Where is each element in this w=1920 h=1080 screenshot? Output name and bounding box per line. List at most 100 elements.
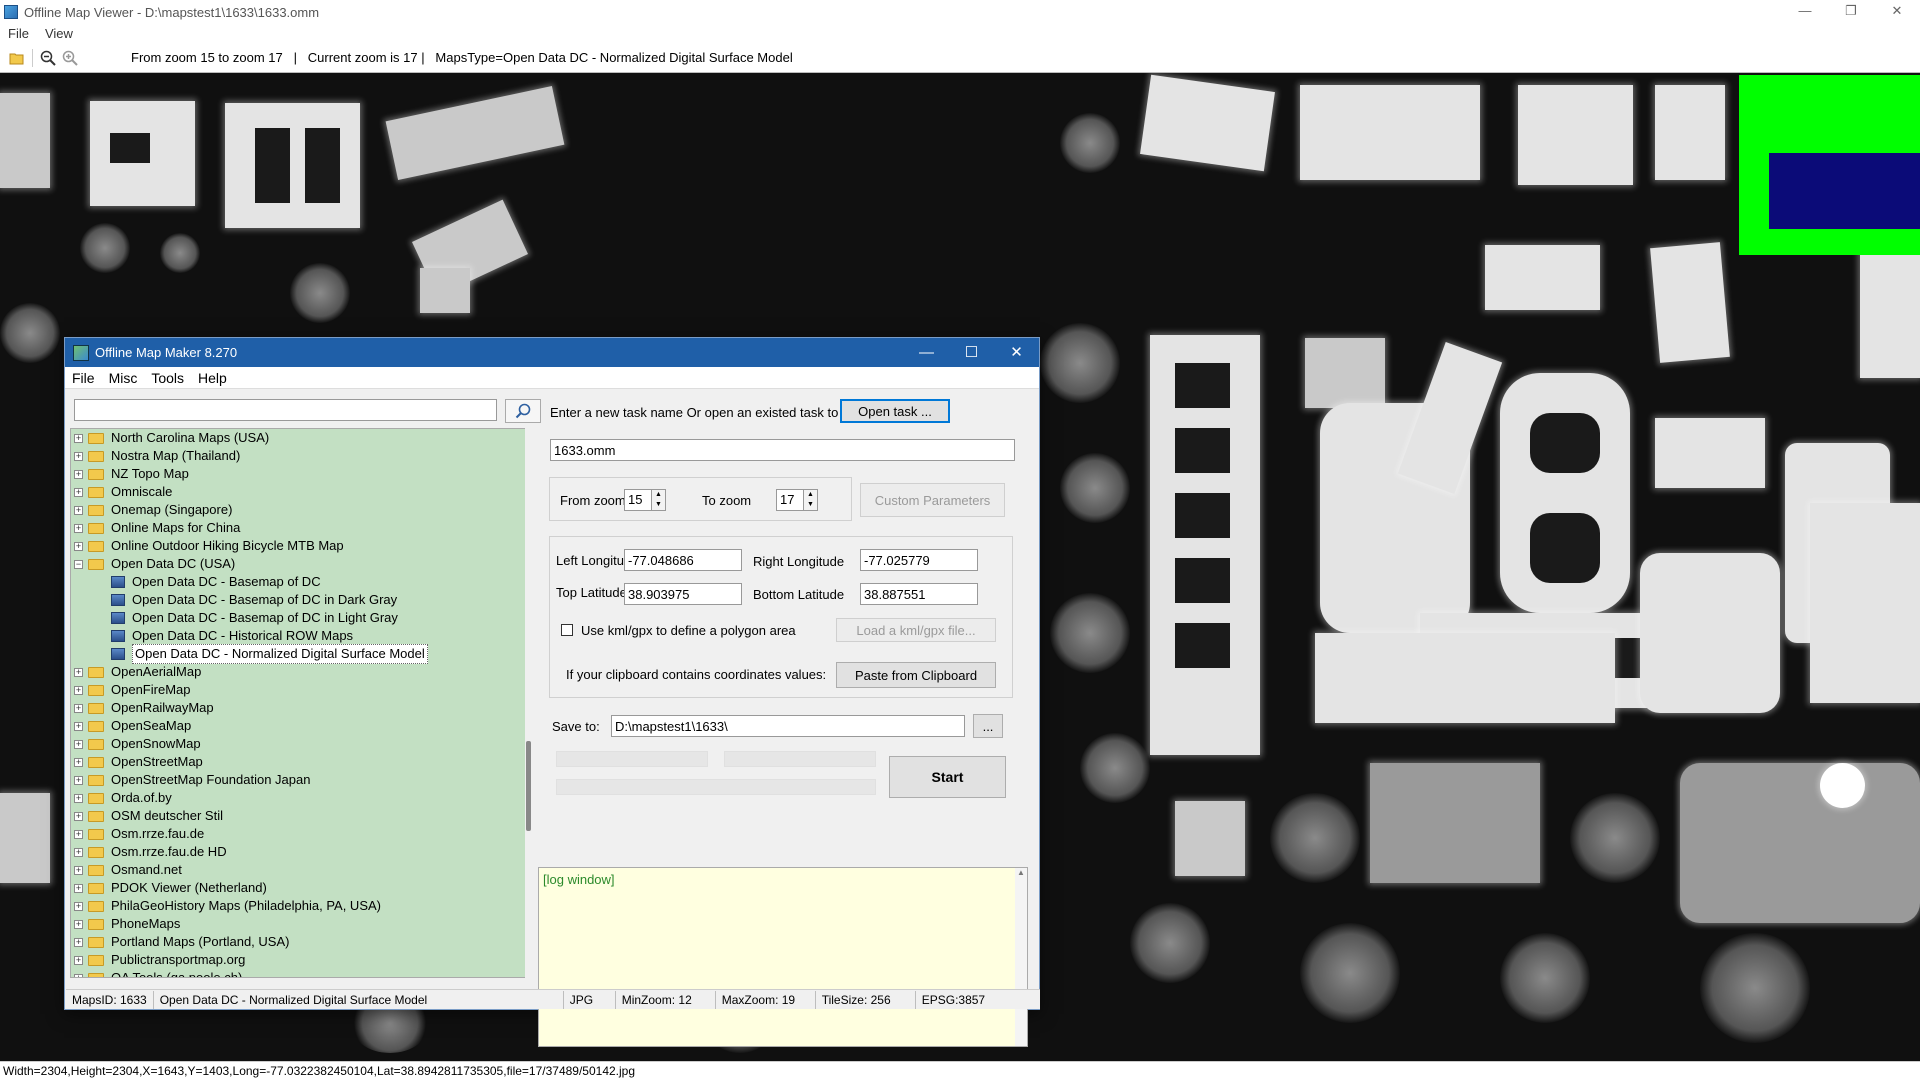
expand-icon[interactable]: + xyxy=(74,505,83,515)
browse-folder-button[interactable]: ... xyxy=(973,714,1003,738)
tree-map-item[interactable]: Open Data DC - Normalized Digital Surfac… xyxy=(71,644,532,664)
tree-folder-item[interactable]: + Omniscale xyxy=(71,483,532,501)
tree-scrollbar-thumb[interactable] xyxy=(526,741,531,831)
tree-folder-item[interactable]: + NZ Topo Map xyxy=(71,465,532,483)
zoom-in-icon[interactable] xyxy=(59,47,81,69)
expand-icon[interactable]: + xyxy=(74,919,83,929)
open-folder-icon[interactable] xyxy=(6,47,28,69)
search-button[interactable] xyxy=(505,399,541,423)
tree-folder-item[interactable]: + Osm.rrze.fau.de HD xyxy=(71,843,532,861)
expand-icon[interactable]: + xyxy=(74,937,83,947)
tree-map-item[interactable]: Open Data DC - Basemap of DC in Light Gr… xyxy=(71,609,532,627)
left-longitude-field[interactable]: -77.048686 xyxy=(624,549,742,571)
top-latitude-field[interactable]: 38.903975 xyxy=(624,583,742,605)
dialog-menu-file[interactable]: File xyxy=(65,370,102,386)
expand-icon[interactable]: + xyxy=(74,721,83,731)
tree-folder-item[interactable]: + PhilaGeoHistory Maps (Philadelphia, PA,… xyxy=(71,897,532,915)
from-zoom-stepper[interactable]: 15 ▲ ▼ xyxy=(624,489,666,511)
expand-icon[interactable]: + xyxy=(74,487,83,497)
minimize-button[interactable]: — xyxy=(1782,0,1828,24)
spin-up-icon[interactable]: ▲ xyxy=(804,490,817,500)
from-zoom-arrows[interactable]: ▲ ▼ xyxy=(652,489,666,511)
expand-icon[interactable]: + xyxy=(74,847,83,857)
map-search-input[interactable] xyxy=(74,399,497,421)
tree-folder-item[interactable]: + OpenStreetMap Foundation Japan xyxy=(71,771,532,789)
tree-folder-item[interactable]: + Portland Maps (Portland, USA) xyxy=(71,933,532,951)
tree-map-item[interactable]: Open Data DC - Basemap of DC in Dark Gra… xyxy=(71,591,532,609)
zoom-out-icon[interactable] xyxy=(37,47,59,69)
use-kml-checkbox[interactable] xyxy=(561,624,573,636)
tree-folder-item[interactable]: + OpenSeaMap xyxy=(71,717,532,735)
tree-folder-item[interactable]: + Onemap (Singapore) xyxy=(71,501,532,519)
tree-folder-item[interactable]: + OpenFireMap xyxy=(71,681,532,699)
collapse-icon[interactable]: − xyxy=(74,559,83,569)
expand-icon[interactable]: + xyxy=(74,793,83,803)
expand-icon[interactable]: + xyxy=(74,865,83,875)
open-task-button[interactable]: Open task ... xyxy=(840,399,950,423)
to-zoom-value[interactable]: 17 xyxy=(776,489,804,511)
expand-icon[interactable]: + xyxy=(74,541,83,551)
tree-map-item[interactable]: Open Data DC - Basemap of DC xyxy=(71,573,532,591)
dialog-maximize-button[interactable]: ☐ xyxy=(949,338,994,367)
expand-icon[interactable]: + xyxy=(74,901,83,911)
expand-icon[interactable]: + xyxy=(74,811,83,821)
paste-clipboard-button[interactable]: Paste from Clipboard xyxy=(836,662,996,688)
spin-down-icon[interactable]: ▼ xyxy=(652,500,665,510)
tree-folder-item[interactable]: + Osm.rrze.fau.de xyxy=(71,825,532,843)
custom-parameters-button[interactable]: Custom Parameters xyxy=(860,483,1005,517)
to-zoom-arrows[interactable]: ▲ ▼ xyxy=(804,489,818,511)
tree-folder-item[interactable]: + Publictransportmap.org xyxy=(71,951,532,969)
expand-icon[interactable]: + xyxy=(74,775,83,785)
maximize-button[interactable]: ❐ xyxy=(1828,0,1874,24)
expand-icon[interactable]: + xyxy=(74,685,83,695)
expand-icon[interactable]: + xyxy=(74,955,83,965)
dialog-menu-help[interactable]: Help xyxy=(191,370,234,386)
dialog-menu-tools[interactable]: Tools xyxy=(144,370,191,386)
expand-icon[interactable]: + xyxy=(74,433,83,443)
load-kml-button[interactable]: Load a kml/gpx file... xyxy=(836,618,996,642)
spin-up-icon[interactable]: ▲ xyxy=(652,490,665,500)
to-zoom-stepper[interactable]: 17 ▲ ▼ xyxy=(776,489,818,511)
tree-folder-item[interactable]: + PhoneMaps xyxy=(71,915,532,933)
log-scrollbar[interactable]: ▲ xyxy=(1015,868,1027,1046)
task-name-field[interactable]: 1633.omm xyxy=(550,439,1015,461)
tree-folder-item[interactable]: − Open Data DC (USA) xyxy=(71,555,532,573)
close-button[interactable]: ✕ xyxy=(1874,0,1920,24)
menu-view[interactable]: View xyxy=(37,26,81,41)
tree-folder-item[interactable]: + OpenSnowMap xyxy=(71,735,532,753)
expand-icon[interactable]: + xyxy=(74,451,83,461)
dialog-close-button[interactable]: ✕ xyxy=(994,338,1039,367)
tree-folder-item[interactable]: + OpenStreetMap xyxy=(71,753,532,771)
tree-scrollbar[interactable] xyxy=(525,428,533,978)
from-zoom-value[interactable]: 15 xyxy=(624,489,652,511)
tree-folder-item[interactable]: + OpenAerialMap xyxy=(71,663,532,681)
expand-icon[interactable]: + xyxy=(74,829,83,839)
tree-folder-item[interactable]: + Nostra Map (Thailand) xyxy=(71,447,532,465)
expand-icon[interactable]: + xyxy=(74,883,83,893)
dialog-minimize-button[interactable]: — xyxy=(904,338,949,367)
expand-icon[interactable]: + xyxy=(74,703,83,713)
tree-folder-item[interactable]: + PDOK Viewer (Netherland) xyxy=(71,879,532,897)
right-longitude-field[interactable]: -77.025779 xyxy=(860,549,978,571)
dialog-menu-misc[interactable]: Misc xyxy=(102,370,145,386)
tree-folder-item[interactable]: + Online Outdoor Hiking Bicycle MTB Map xyxy=(71,537,532,555)
log-window[interactable]: [log window] ▲ xyxy=(538,867,1028,1047)
tree-folder-item[interactable]: + OpenRailwayMap xyxy=(71,699,532,717)
menu-file[interactable]: File xyxy=(0,26,37,41)
save-path-field[interactable]: D:\mapstest1\1633\ xyxy=(611,715,965,737)
tree-map-item[interactable]: Open Data DC - Historical ROW Maps xyxy=(71,627,532,645)
tree-folder-item[interactable]: + QA Tools (qa.poole.ch) xyxy=(71,969,532,977)
expand-icon[interactable]: + xyxy=(74,667,83,677)
expand-icon[interactable]: + xyxy=(74,469,83,479)
tree-folder-item[interactable]: + Orda.of.by xyxy=(71,789,532,807)
expand-icon[interactable]: + xyxy=(74,739,83,749)
spin-down-icon[interactable]: ▼ xyxy=(804,500,817,510)
tree-folder-item[interactable]: + OSM deutscher Stil xyxy=(71,807,532,825)
expand-icon[interactable]: + xyxy=(74,523,83,533)
bottom-latitude-field[interactable]: 38.887551 xyxy=(860,583,978,605)
expand-icon[interactable]: + xyxy=(74,973,83,977)
tree-folder-item[interactable]: + Osmand.net xyxy=(71,861,532,879)
start-button[interactable]: Start xyxy=(889,756,1006,798)
tree-folder-item[interactable]: + North Carolina Maps (USA) xyxy=(71,429,532,447)
map-source-tree[interactable]: + North Carolina Maps (USA) + Nostra Map (T… xyxy=(70,428,533,978)
